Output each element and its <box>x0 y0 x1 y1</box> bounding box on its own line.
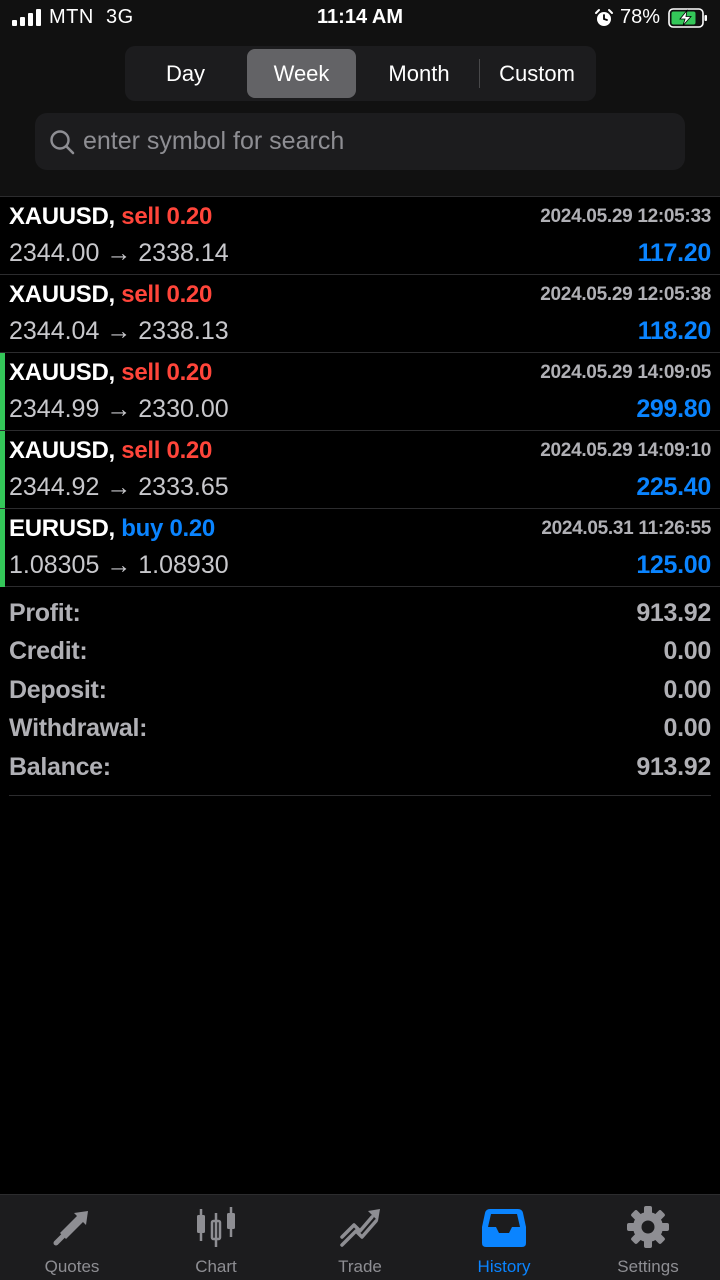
period-selector: Day Week Month Custom <box>125 46 596 101</box>
summary-value: 0.00 <box>663 714 712 743</box>
deal-side: buy <box>121 515 164 542</box>
deal-row[interactable]: XAUUSD, sell 0.20 2024.05.29 14:09:05 23… <box>0 352 720 431</box>
battery-charging-icon <box>668 8 707 28</box>
tab-month[interactable]: Month <box>360 49 478 98</box>
deal-side: sell <box>121 281 161 308</box>
tab-settings[interactable]: Settings <box>576 1195 720 1280</box>
tab-week[interactable]: Week <box>247 49 356 98</box>
deal-time: 2024.05.29 14:09:10 <box>540 440 711 461</box>
deal-time: 2024.05.29 14:09:05 <box>540 362 711 383</box>
summary-balance: Balance: 913.92 <box>9 751 711 789</box>
deal-prices: 2344.92 → 2333.65 <box>9 473 229 501</box>
deal-time: 2024.05.31 11:26:55 <box>541 518 711 539</box>
deal-side: sell <box>121 437 161 464</box>
deal-profit: 118.20 <box>637 317 712 345</box>
tab-label: Chart <box>195 1257 237 1276</box>
tab-quotes[interactable]: Quotes <box>0 1195 144 1280</box>
deal-side: sell <box>121 359 161 386</box>
deal-symbol: XAUUSD, <box>9 437 115 464</box>
deal-title: XAUUSD, sell 0.20 <box>9 203 212 231</box>
tab-chart[interactable]: Chart <box>144 1195 288 1280</box>
deal-profit: 125.00 <box>636 551 711 579</box>
quotes-icon <box>53 1211 88 1246</box>
deal-title: XAUUSD, sell 0.20 <box>9 359 212 387</box>
summary-value: 913.92 <box>636 752 711 781</box>
search-input[interactable] <box>83 113 673 170</box>
search-bar <box>35 113 685 170</box>
deal-title: XAUUSD, sell 0.20 <box>9 281 212 309</box>
deal-volume: 0.20 <box>166 281 213 308</box>
chart-icon <box>197 1207 235 1247</box>
deal-row[interactable]: XAUUSD, sell 0.20 2024.05.29 12:05:38 23… <box>0 274 720 352</box>
summary-divider <box>9 795 711 796</box>
deal-row[interactable]: XAUUSD, sell 0.20 2024.05.29 14:09:10 23… <box>0 430 720 509</box>
deal-title: XAUUSD, sell 0.20 <box>9 437 212 465</box>
deal-symbol: EURUSD, <box>9 515 115 542</box>
deal-prices: 1.08305 → 1.08930 <box>9 551 229 579</box>
summary-label: Profit: <box>9 599 81 627</box>
tab-label: Trade <box>338 1257 382 1276</box>
tab-history[interactable]: History <box>432 1195 576 1280</box>
deals-list: XAUUSD, sell 0.20 2024.05.29 12:05:33 23… <box>0 196 720 587</box>
deal-symbol: XAUUSD, <box>9 281 115 308</box>
summary-deposit: Deposit: 0.00 <box>9 674 711 712</box>
status-bar: MTN 3G 11:14 AM 78% <box>0 0 720 36</box>
settings-icon <box>627 1206 669 1248</box>
alarm-icon <box>595 9 613 26</box>
tab-trade[interactable]: Trade <box>288 1195 432 1280</box>
summary-profit: Profit: 913.92 <box>9 597 711 635</box>
summary-label: Withdrawal: <box>9 714 148 743</box>
history-icon <box>482 1209 526 1247</box>
tab-custom[interactable]: Custom <box>481 49 593 98</box>
segment-divider <box>479 59 480 88</box>
deal-profit: 117.20 <box>637 239 712 267</box>
deal-prices: 2344.04 → 2338.13 <box>9 317 229 345</box>
deal-symbol: XAUUSD, <box>9 359 115 386</box>
deal-symbol: XAUUSD, <box>9 203 115 230</box>
summary-label: Deposit: <box>9 675 107 704</box>
summary-label: Credit: <box>9 637 88 666</box>
tab-label: Quotes <box>44 1257 100 1276</box>
summary-value: 0.00 <box>663 675 712 704</box>
deal-row[interactable]: EURUSD, buy 0.20 2024.05.31 11:26:55 1.0… <box>0 508 720 587</box>
deal-title: EURUSD, buy 0.20 <box>9 515 215 543</box>
trade-icon <box>340 1209 380 1247</box>
summary-credit: Credit: 0.00 <box>9 635 711 673</box>
deal-volume: 0.20 <box>166 437 213 464</box>
summary-withdrawal: Withdrawal: 0.00 <box>9 712 711 750</box>
deal-prices: 2344.00 → 2338.14 <box>9 239 229 267</box>
tab-label: History <box>477 1257 531 1276</box>
deal-volume: 0.20 <box>166 359 213 386</box>
deal-profit: 225.40 <box>636 473 711 501</box>
deal-time: 2024.05.29 12:05:33 <box>540 206 711 227</box>
summary-label: Balance: <box>9 752 111 781</box>
search-icon <box>50 130 75 155</box>
deal-profit: 299.80 <box>636 395 711 423</box>
deal-row[interactable]: XAUUSD, sell 0.20 2024.05.29 12:05:33 23… <box>0 196 720 274</box>
deal-side: sell <box>121 203 161 230</box>
summary-value: 913.92 <box>636 599 711 627</box>
deal-volume: 0.20 <box>166 203 213 230</box>
battery-percentage: 78% <box>620 6 661 28</box>
deal-volume: 0.20 <box>169 515 215 542</box>
tab-day[interactable]: Day <box>128 49 243 98</box>
list-divider <box>0 586 720 587</box>
tab-label: Settings <box>617 1257 679 1276</box>
summary-value: 0.00 <box>663 637 712 666</box>
deal-time: 2024.05.29 12:05:38 <box>540 284 711 305</box>
deal-prices: 2344.99 → 2330.00 <box>9 395 229 423</box>
tab-bar: Quotes Chart Trade History Settings <box>0 1194 720 1280</box>
summary-panel: Profit: 913.92 Credit: 0.00 Deposit: 0.0… <box>9 597 711 789</box>
